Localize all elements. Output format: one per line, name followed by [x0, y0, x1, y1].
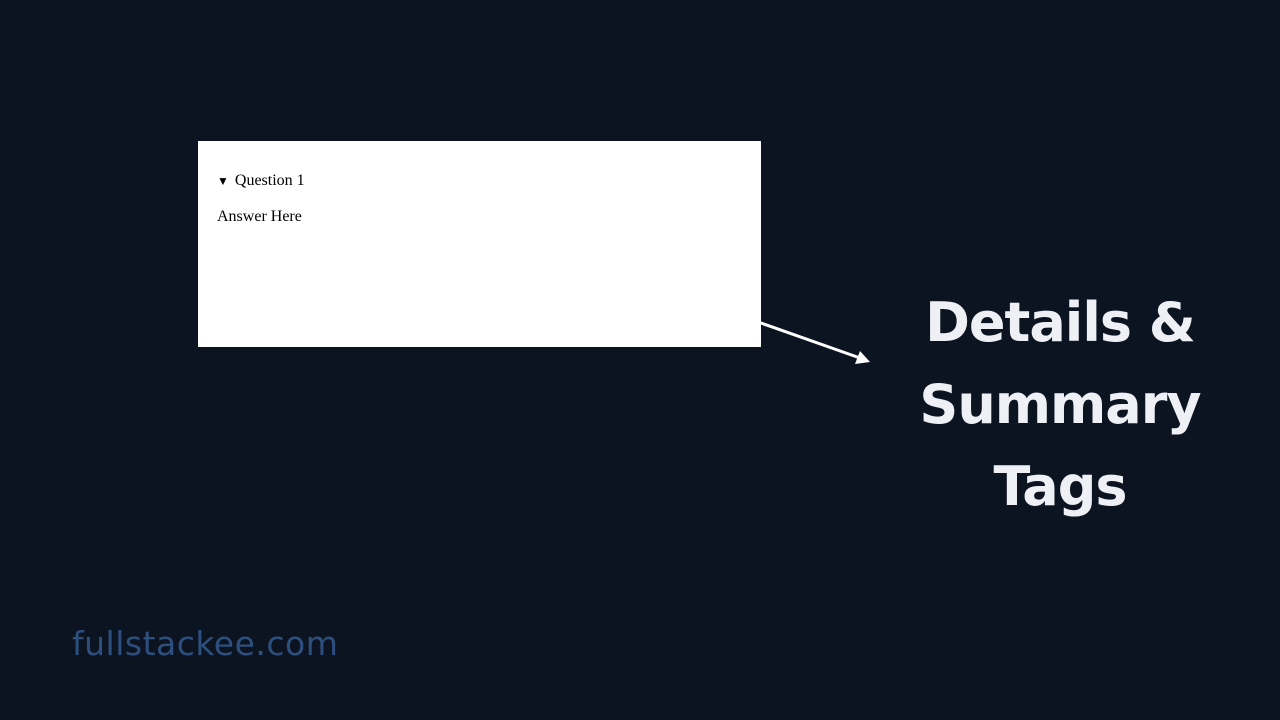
details-answer: Answer Here	[217, 208, 302, 225]
summary-label: Question 1	[234, 172, 305, 189]
slide-canvas: ▼ Question 1 Answer Here Details & Summa…	[0, 0, 1280, 720]
disclosure-triangle-icon: ▼	[217, 174, 229, 188]
headline-line-2: Summary Tags	[919, 373, 1201, 518]
details-demo-panel: ▼ Question 1 Answer Here	[198, 141, 761, 347]
site-url: fullstackee.com	[72, 624, 339, 663]
headline: Details & Summary Tags	[880, 282, 1240, 528]
pointer-arrow-icon	[760, 321, 870, 364]
details-summary[interactable]: ▼ Question 1	[217, 170, 742, 192]
headline-line-1: Details &	[925, 291, 1196, 354]
